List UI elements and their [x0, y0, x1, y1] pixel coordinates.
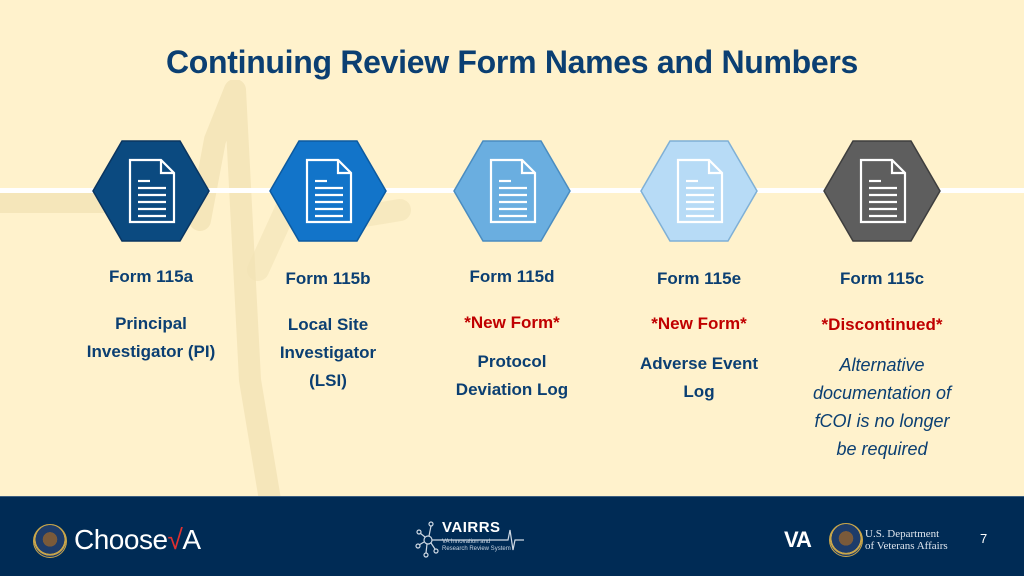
form-number: Form 115b — [285, 269, 371, 288]
document-icon — [269, 140, 387, 242]
department-line: U.S. Department — [865, 528, 940, 540]
vairrs-subtitle: VA Innovation and Research Review System — [442, 539, 511, 552]
description-line: Log — [683, 382, 715, 401]
hexagon-badge — [92, 140, 210, 242]
description-line: Deviation Log — [455, 380, 569, 399]
description-line: Protocol — [477, 352, 547, 371]
logo-text: A — [182, 524, 201, 555]
form-description: Principal Investigator (PI) — [56, 310, 246, 366]
checkmark-icon: √ — [167, 524, 183, 555]
form-card-115e: Form 115e *New Form* Adverse Event Log — [604, 140, 794, 401]
hexagon-badge — [640, 140, 758, 242]
document-icon — [823, 140, 941, 242]
description-line: Adverse Event — [639, 354, 759, 373]
page-title: Continuing Review Form Names and Numbers — [165, 44, 859, 80]
page-number: 7 — [980, 531, 988, 546]
description-line: fCOI is no longer — [814, 411, 950, 431]
va-wordmark: VA — [784, 527, 812, 552]
hexagon-badge — [453, 140, 571, 242]
department-line: of Veterans Affairs — [865, 540, 948, 552]
slide: Continuing Review Form Names and Numbers… — [0, 0, 1024, 576]
description-line: (LSI) — [309, 371, 347, 390]
choose-va-logo: Choose√A — [74, 524, 201, 556]
form-card-115a: Form 115a Principal Investigator (PI) — [56, 140, 246, 361]
logo-text: Choose — [74, 524, 168, 555]
new-form-badge: *New Form* — [651, 314, 747, 333]
form-description: Alternative documentation of fCOI is no … — [787, 351, 977, 463]
hexagon-badge — [269, 140, 387, 242]
document-icon — [640, 140, 758, 242]
form-card-115b: Form 115b Local Site Investigator (LSI) — [233, 140, 423, 390]
description-line: documentation of — [812, 383, 952, 403]
description-line: be required — [836, 439, 928, 459]
description-line: Investigator (PI) — [86, 342, 216, 361]
vairrs-logo: VAIRRS VA Innovation and Research Review… — [414, 516, 526, 560]
document-icon — [92, 140, 210, 242]
va-seal-icon — [33, 524, 67, 558]
form-description: Adverse Event Log — [604, 350, 794, 406]
new-form-badge: *New Form* — [464, 313, 560, 332]
department-name: U.S. Department of Veterans Affairs — [865, 528, 948, 552]
hexagon-badge — [823, 140, 941, 242]
form-card-115c: Form 115c *Discontinued* Alternative doc… — [787, 140, 977, 459]
description-line: Alternative — [839, 355, 925, 375]
form-card-115d: Form 115d *New Form* Protocol Deviation … — [417, 140, 607, 399]
description-line: Principal — [115, 314, 187, 333]
description-line: Local Site — [287, 315, 369, 334]
form-number: Form 115a — [108, 267, 194, 286]
form-description: Protocol Deviation Log — [417, 348, 607, 404]
vairrs-name: VAIRRS — [442, 519, 501, 536]
form-number: Form 115e — [656, 269, 742, 288]
description-line: Investigator — [279, 343, 377, 362]
document-icon — [453, 140, 571, 242]
form-description: Local Site Investigator (LSI) — [233, 311, 423, 395]
form-number: Form 115d — [469, 267, 555, 286]
va-seal-icon — [829, 523, 863, 557]
form-number: Form 115c — [839, 269, 925, 288]
discontinued-badge: *Discontinued* — [821, 315, 943, 334]
